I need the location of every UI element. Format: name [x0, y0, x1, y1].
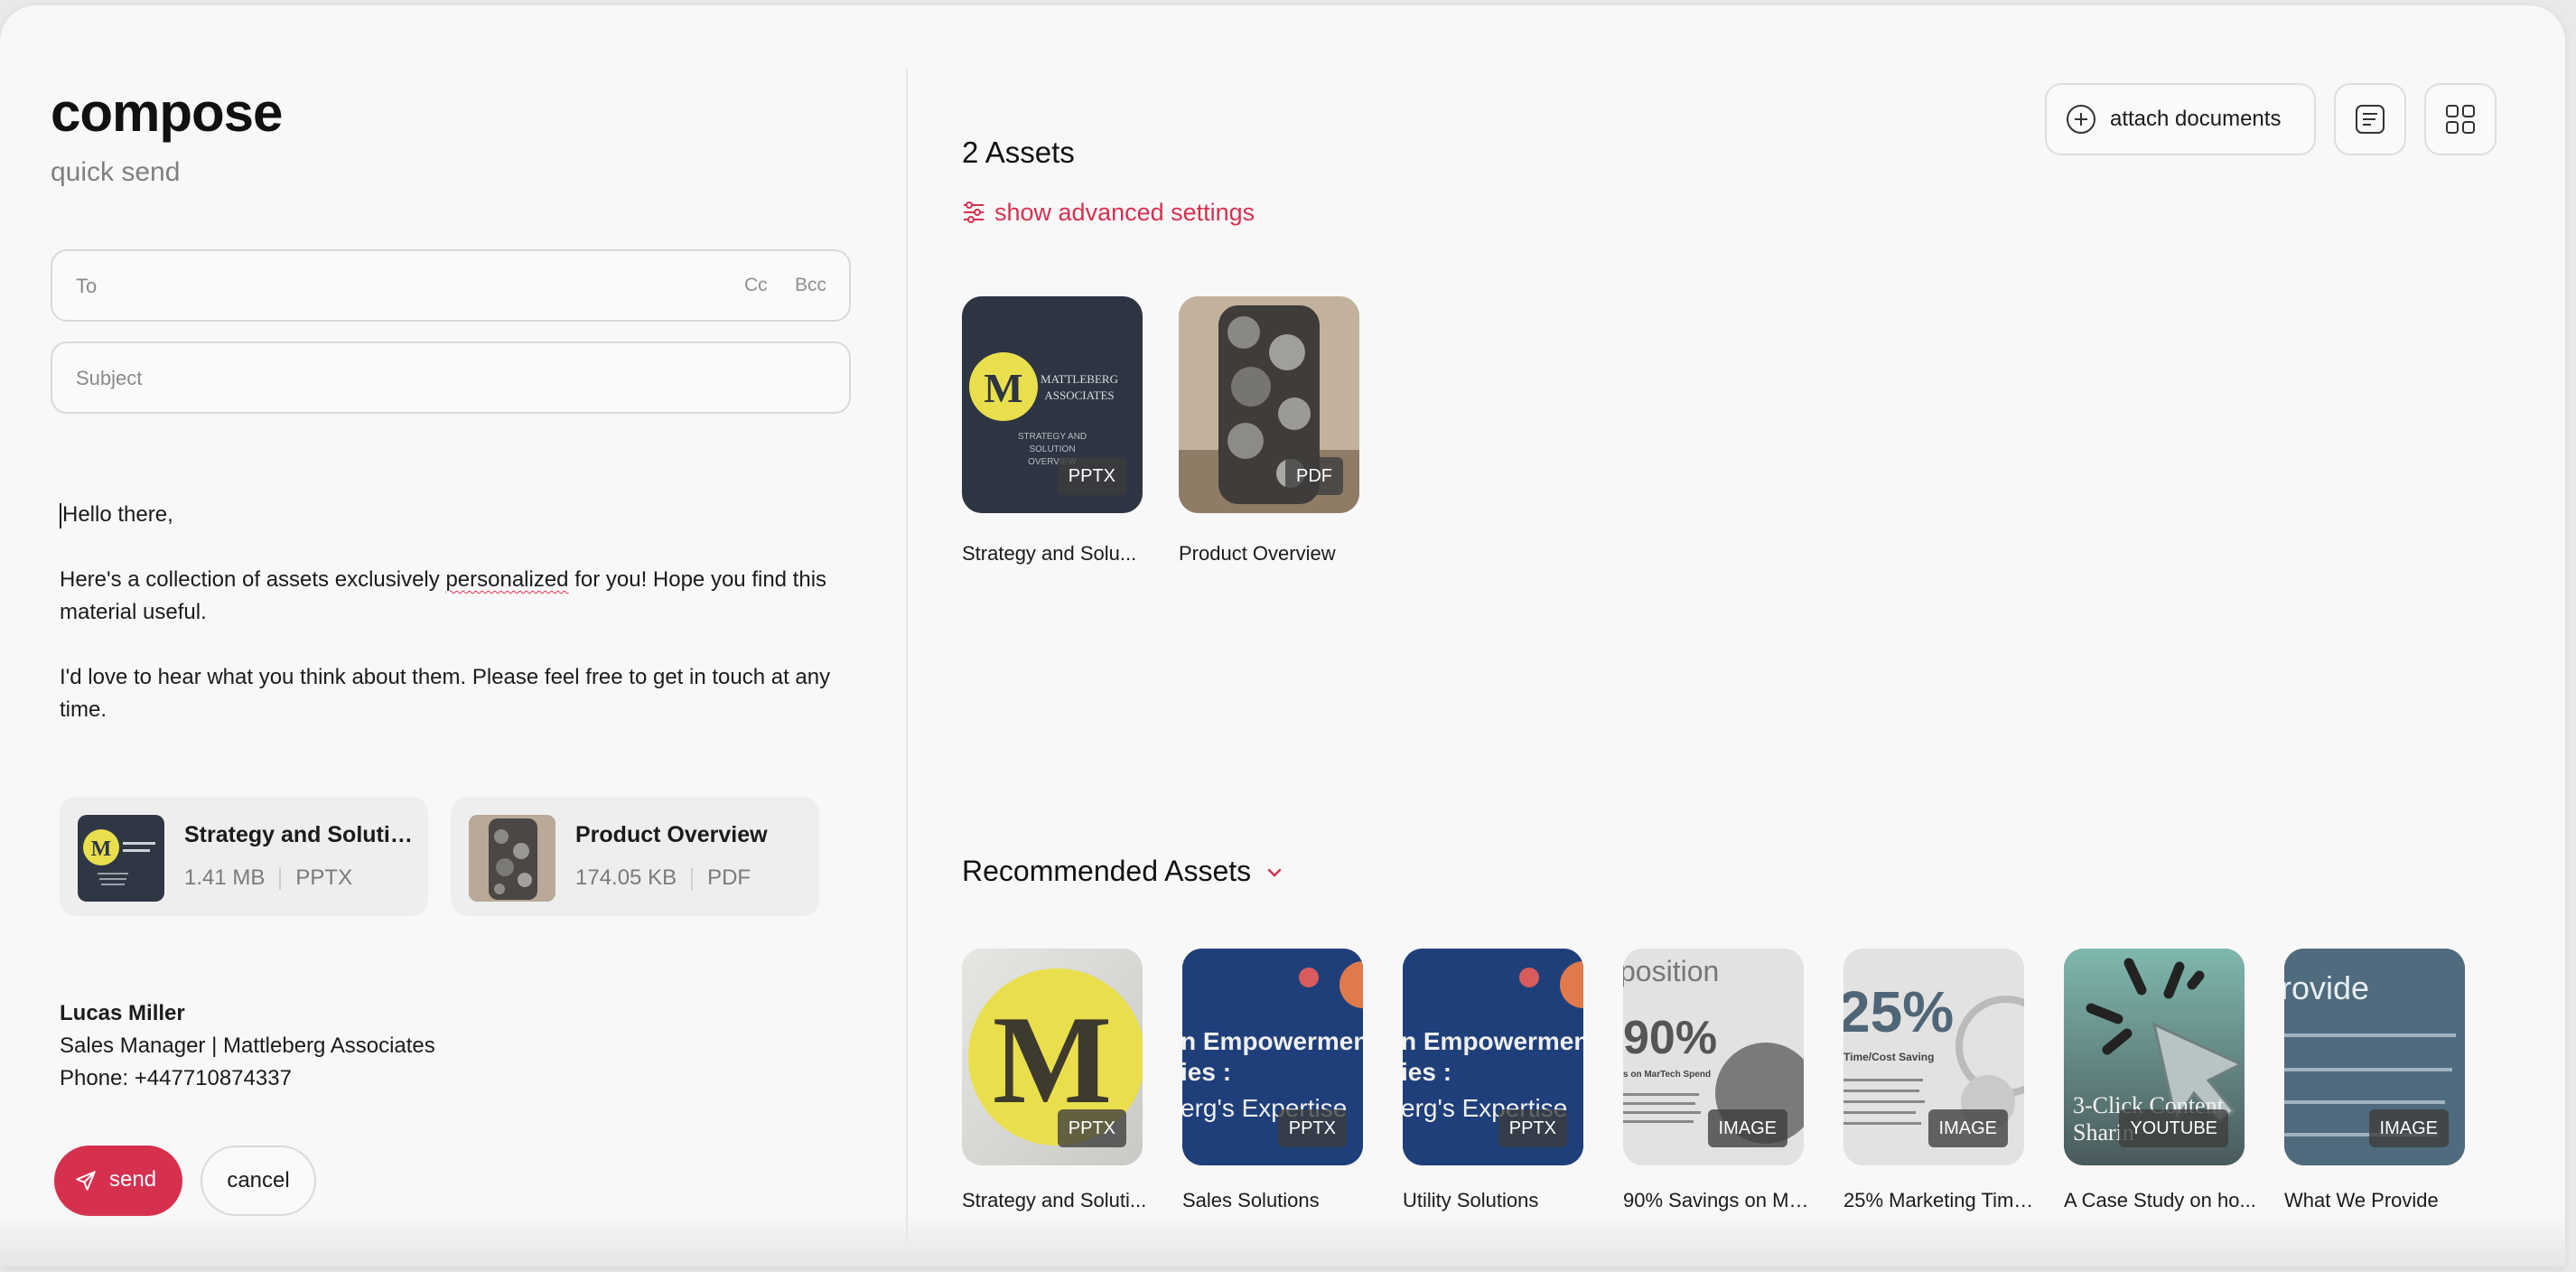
file-type-badge: PDF — [1285, 457, 1343, 495]
thumb-text: ASSOCIATES — [1044, 388, 1114, 402]
attachment-meta: 174.05 KB PDF — [575, 865, 751, 891]
attachment-size: 1.41 MB — [184, 865, 266, 890]
greeting-text: Hello there, — [62, 502, 173, 527]
recommended-label: Utility Solutions — [1403, 1189, 1539, 1211]
attachment-type: PPTX — [295, 865, 353, 890]
list-view-icon — [2356, 105, 2385, 134]
grid-view-icon — [2446, 105, 2475, 134]
file-type-badge: PPTX — [1277, 1109, 1347, 1147]
cc-button[interactable]: Cc — [744, 251, 768, 320]
p1-before: Here's a collection of assets exclusivel… — [60, 567, 446, 592]
text-caret — [60, 502, 61, 528]
thumb-text: ies : — [1403, 1058, 1451, 1086]
attach-documents-button[interactable]: attach documents — [2045, 83, 2316, 155]
file-type-badge: IMAGE — [1707, 1109, 1787, 1147]
meta-divider — [279, 867, 282, 890]
misspelled-word: personalized — [445, 567, 569, 592]
recommended-label: Strategy and Soluti... — [962, 1189, 1147, 1211]
attachment-name: Strategy and Solutio... — [184, 822, 415, 847]
thumb-text: STRATEGY AND — [1018, 432, 1087, 442]
attachment-thumbnail — [469, 815, 555, 902]
asset-label: Strategy and Solu... — [962, 542, 1137, 565]
recommended-label: What We Provide — [2284, 1189, 2439, 1211]
thumb-text: rovide — [2284, 969, 2369, 1006]
thumb-text: ies : — [1182, 1058, 1231, 1086]
signature-name: Lucas Miller — [60, 1001, 185, 1025]
subject-input[interactable] — [74, 343, 710, 414]
recommended-title: Recommended Assets — [962, 855, 1252, 887]
thumb-text: Time/Cost Saving — [1843, 1051, 1934, 1063]
file-type-badge: PPTX — [1057, 457, 1126, 495]
signature-title: Sales Manager | Mattleberg Associates — [60, 1034, 435, 1058]
thumb-text: MATTLEBERG — [1041, 372, 1118, 386]
recommended-tile[interactable]: rovide IMAGE — [2284, 949, 2465, 1165]
asset-tile[interactable]: M MATTLEBERG ASSOCIATES STRATEGY AND SOL… — [962, 296, 1143, 513]
bcc-button[interactable]: Bcc — [795, 251, 826, 320]
recommended-tile[interactable]: n Empowermen ies : erg's Expertise PPTX — [1182, 949, 1363, 1165]
thumb-text: position — [1623, 955, 1719, 987]
svg-text:M: M — [984, 365, 1022, 411]
attachment-thumbnail: M — [78, 815, 164, 902]
body-paragraph-1: Here's a collection of assets exclusivel… — [60, 564, 854, 629]
file-type-badge: PPTX — [1057, 1109, 1126, 1147]
app-window: compose quick send Cc Bcc Hello there, H… — [0, 5, 2565, 1267]
thumb-text: 25% — [1843, 979, 1954, 1044]
recommended-tile[interactable]: M PPTX — [962, 949, 1143, 1165]
advanced-settings-label: show advanced settings — [994, 199, 1255, 226]
thumb-text: s on MarTech Spend — [1623, 1070, 1711, 1080]
file-type-badge: IMAGE — [1927, 1109, 2008, 1147]
attachment-size: 174.05 KB — [575, 865, 677, 890]
send-label: send — [109, 1167, 157, 1192]
thumb-text: 90% — [1623, 1012, 1717, 1064]
body-greeting: Hello there, — [60, 499, 854, 531]
attachment-type: PDF — [707, 865, 751, 890]
grid-view-button[interactable] — [2424, 83, 2497, 155]
list-view-button[interactable] — [2334, 83, 2406, 155]
file-type-badge: PPTX — [1498, 1109, 1567, 1147]
file-type-badge: YOUTUBE — [2119, 1109, 2228, 1147]
advanced-settings-link[interactable]: show advanced settings — [962, 199, 1255, 227]
panel-divider — [906, 69, 908, 1243]
bottom-shadow — [0, 1212, 2565, 1267]
send-icon — [76, 1171, 96, 1191]
attachment-card[interactable]: M Strategy and Solutio... 1.41 MB PPTX — [60, 797, 428, 916]
recommended-tile[interactable]: 3-Click Content Sharin YOUTUBE — [2064, 949, 2245, 1165]
recommended-tile[interactable]: n Empowermen ies : erg's Expertise PPTX — [1403, 949, 1583, 1165]
svg-text:M: M — [91, 837, 112, 861]
cancel-button[interactable]: cancel — [201, 1146, 316, 1216]
file-type-badge: IMAGE — [2368, 1109, 2449, 1147]
recommended-label: A Case Study on ho... — [2064, 1189, 2256, 1211]
page-title: compose — [51, 82, 283, 143]
attachment-name: Product Overview — [575, 822, 768, 847]
attachment-card[interactable]: Product Overview 174.05 KB PDF — [451, 797, 819, 916]
body-paragraph-2: I'd love to hear what you think about th… — [60, 665, 831, 722]
recommended-label: Sales Solutions — [1182, 1189, 1320, 1211]
recommended-tile[interactable]: 25% Time/Cost Saving IMAGE — [1843, 949, 2024, 1165]
thumb-text: n Empowermen — [1403, 1027, 1583, 1055]
page-subtitle: quick send — [51, 157, 181, 187]
assets-count: 2 Assets — [962, 136, 1075, 169]
subject-field[interactable] — [51, 341, 851, 414]
thumb-text: SOLUTION — [1029, 444, 1075, 454]
asset-label: Product Overview — [1179, 542, 1336, 565]
recommended-tile[interactable]: position 90% s on MarTech Spend IMAGE — [1623, 949, 1804, 1165]
meta-divider — [691, 867, 694, 890]
recommended-assets-toggle[interactable]: Recommended Assets — [962, 855, 1284, 888]
attachment-meta: 1.41 MB PPTX — [184, 865, 352, 891]
to-input[interactable] — [74, 251, 710, 322]
thumb-text: n Empowermen — [1182, 1027, 1363, 1055]
add-circle-icon — [2067, 105, 2095, 134]
signature-phone: Phone: +447710874337 — [60, 1066, 292, 1090]
recommended-label: 25% Marketing Time... — [1843, 1189, 2037, 1211]
sliders-icon — [964, 201, 984, 223]
to-field[interactable]: Cc Bcc — [51, 249, 851, 322]
recommended-label: 90% Savings on Mar... — [1623, 1189, 1816, 1211]
send-button[interactable]: send — [54, 1146, 182, 1216]
chevron-down-icon — [1267, 868, 1282, 877]
attach-documents-label: attach documents — [2110, 107, 2282, 131]
asset-tile[interactable]: PDF — [1179, 296, 1359, 513]
